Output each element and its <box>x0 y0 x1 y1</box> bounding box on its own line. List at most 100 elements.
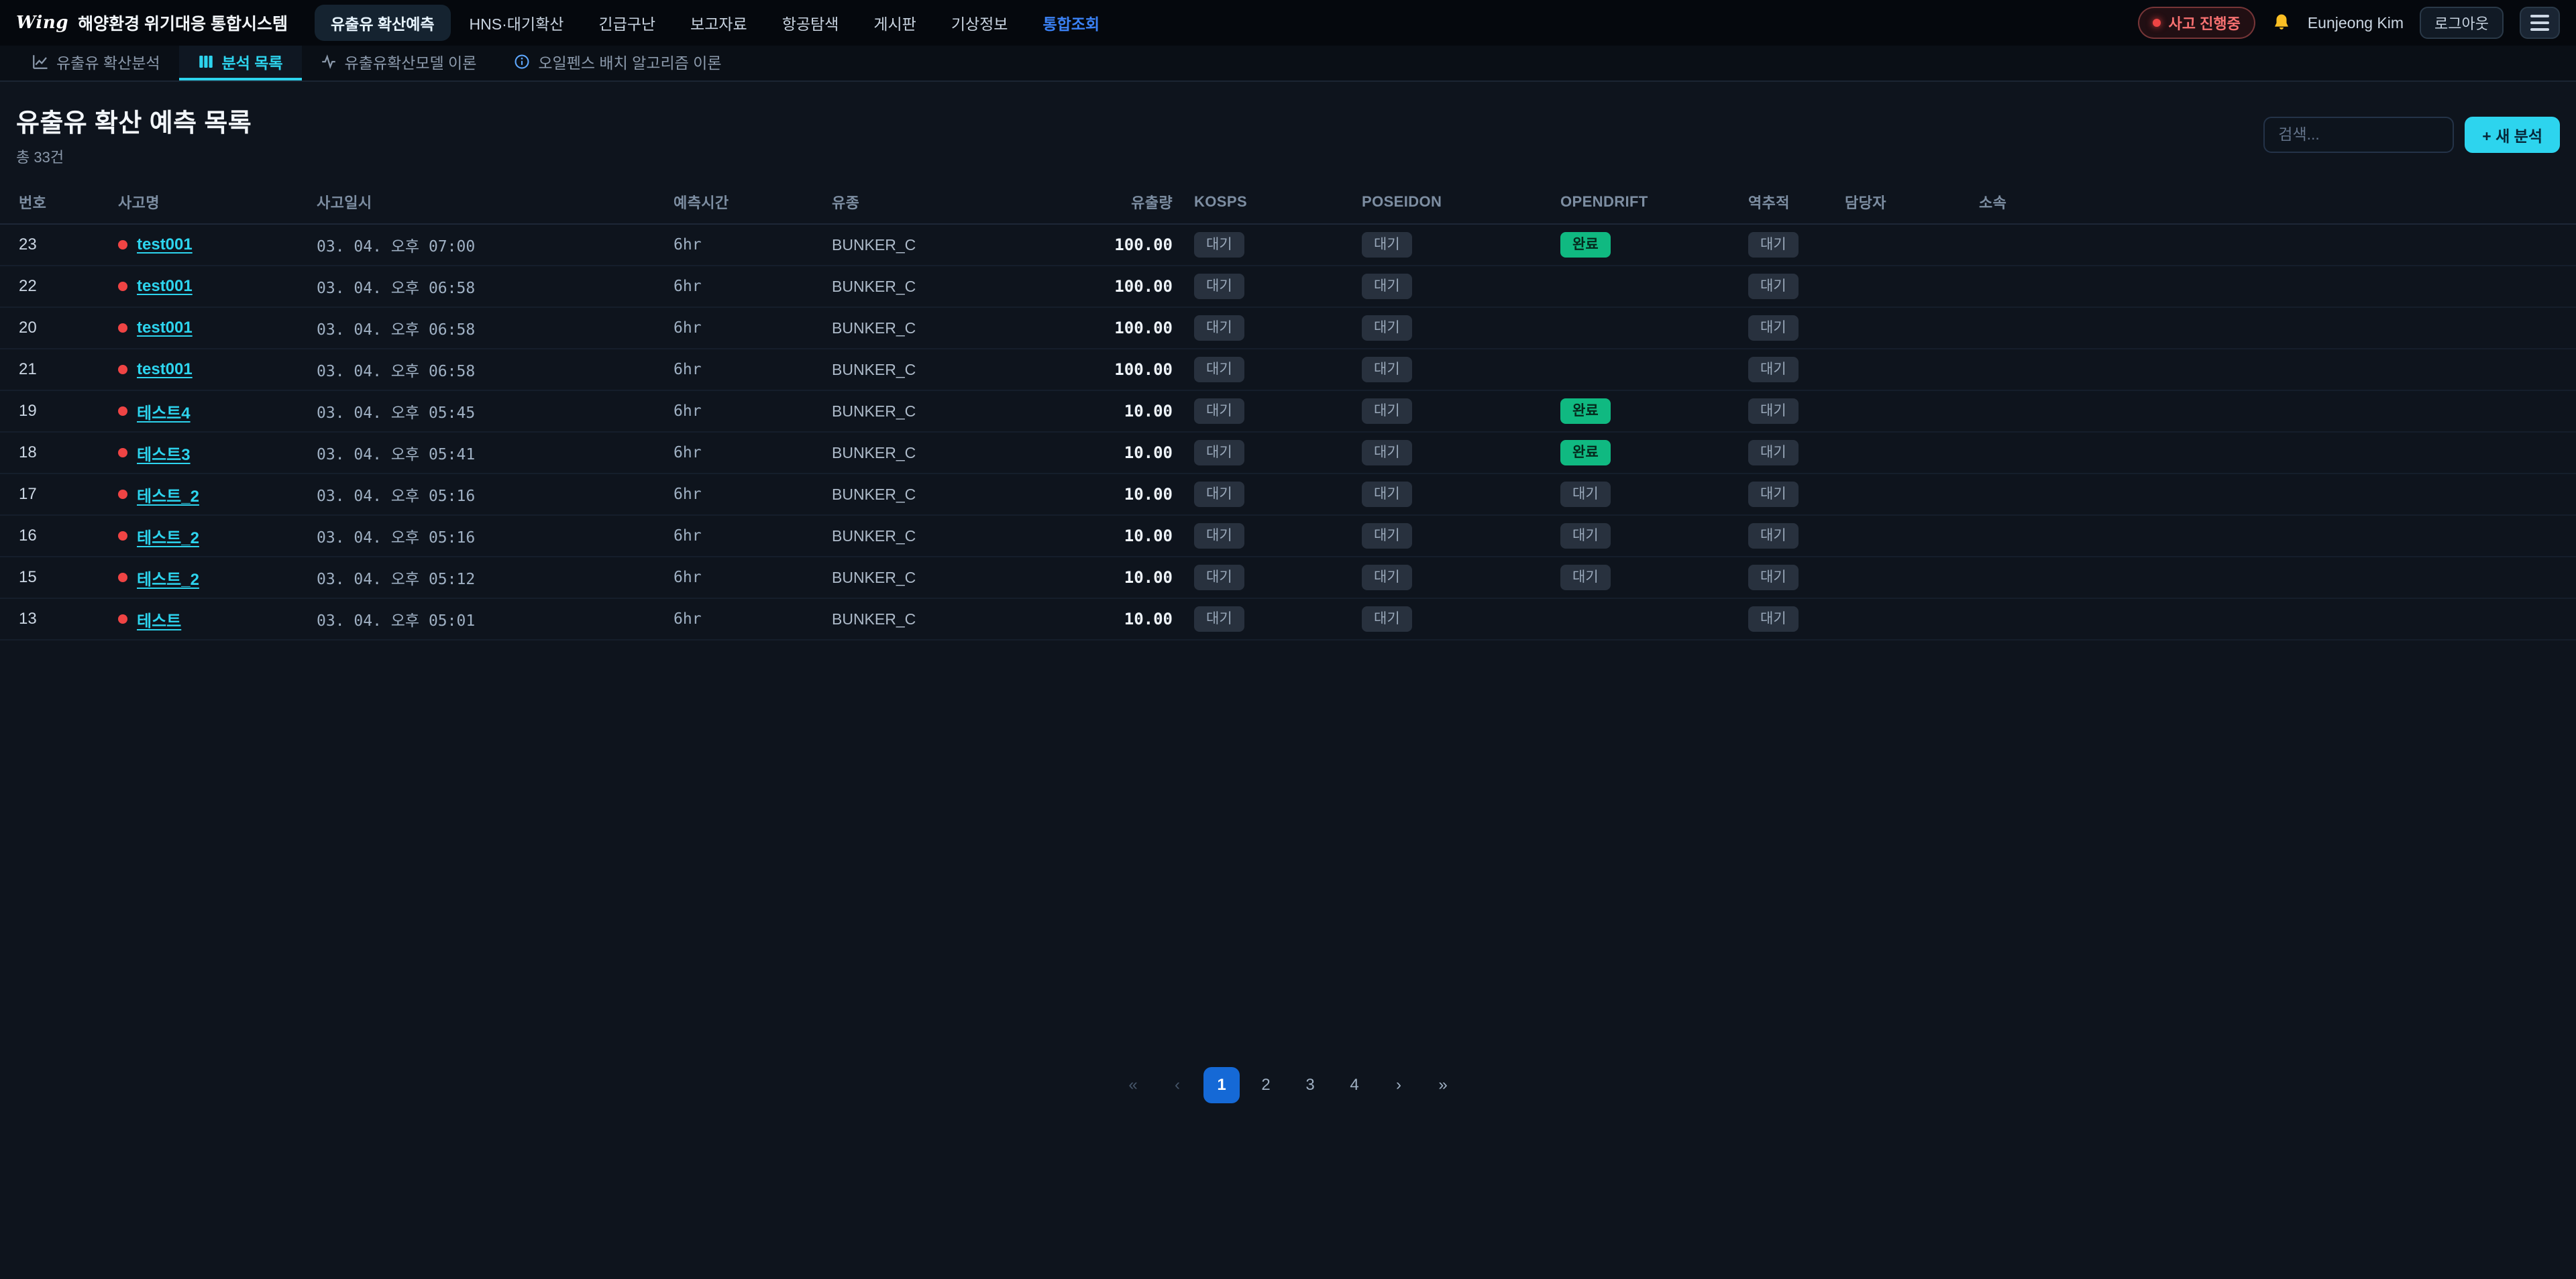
opendrift-status <box>1550 307 1737 349</box>
tab-label: 분석 목록 <box>222 50 283 73</box>
notifications-bell-button[interactable] <box>2271 13 2292 33</box>
info-circle-icon <box>514 54 530 70</box>
incident-in-progress-badge[interactable]: 사고 진행중 <box>2138 7 2255 39</box>
tab-analysis-list[interactable]: 분석 목록 <box>179 46 302 80</box>
logout-button[interactable]: 로그아웃 <box>2420 7 2504 39</box>
nav-item-hns-air-diffusion[interactable]: HNS·대기확산 <box>453 5 580 41</box>
backtrack-status: 대기 <box>1737 349 1834 390</box>
poseidon-status: 대기 <box>1351 557 1550 598</box>
status-badge: 대기 <box>1194 232 1244 257</box>
incident-link[interactable]: 테스트_2 <box>137 524 199 548</box>
brand-logo-icon: Wing <box>16 13 68 33</box>
spill-amount: 10.00 <box>1049 390 1183 432</box>
search-input[interactable] <box>2263 117 2454 153</box>
nav-item-oil-spread-forecast[interactable]: 유출유 확산예측 <box>315 5 451 41</box>
oil-type: BUNKER_C <box>821 266 1049 307</box>
manager-cell <box>1834 266 1968 307</box>
status-badge: 대기 <box>1194 398 1244 423</box>
status-badge: 대기 <box>1194 357 1244 382</box>
kosps-status: 대기 <box>1183 557 1351 598</box>
incident-link[interactable]: test001 <box>137 319 193 337</box>
poseidon-status: 대기 <box>1351 224 1550 266</box>
incident-link[interactable]: 테스트3 <box>137 441 191 465</box>
nav-item-aerial-search[interactable]: 항공탐색 <box>766 5 855 41</box>
col-spill-amount: 유출량 <box>1049 180 1183 224</box>
pagination-prev-button[interactable]: ‹ <box>1159 1067 1195 1103</box>
status-badge: 대기 <box>1194 606 1244 631</box>
forecast-duration: 6hr <box>663 390 821 432</box>
forecast-duration: 6hr <box>663 266 821 307</box>
status-badge: 대기 <box>1362 315 1412 340</box>
poseidon-status: 대기 <box>1351 349 1550 390</box>
incident-link[interactable]: 테스트_2 <box>137 483 199 506</box>
new-analysis-button[interactable]: + 새 분석 <box>2465 117 2560 153</box>
incident-link[interactable]: 테스트_2 <box>137 566 199 590</box>
manager-cell <box>1834 349 1968 390</box>
opendrift-status: 완료 <box>1550 432 1737 474</box>
backtrack-status: 대기 <box>1737 307 1834 349</box>
status-badge: 대기 <box>1362 440 1412 465</box>
tab-spread-model-theory[interactable]: 유출유확산모델 이론 <box>302 46 496 80</box>
incident-dot-icon <box>118 282 127 291</box>
org-cell <box>1968 515 2576 557</box>
backtrack-status: 대기 <box>1737 474 1834 515</box>
status-badge: 대기 <box>1748 232 1799 257</box>
spill-amount: 100.00 <box>1049 224 1183 266</box>
page-title: 유출유 확산 예측 목록 <box>16 102 252 139</box>
incident-link[interactable]: 테스트4 <box>137 400 191 423</box>
tab-oil-fence-algorithm-theory[interactable]: 오일펜스 배치 알고리즘 이론 <box>495 46 740 80</box>
spill-amount: 10.00 <box>1049 474 1183 515</box>
incident-badge-label: 사고 진행중 <box>2169 12 2241 34</box>
incident-link[interactable]: test001 <box>137 277 193 296</box>
row-number: 20 <box>0 307 107 349</box>
hamburger-menu-button[interactable] <box>2520 7 2560 39</box>
page-button-1[interactable]: 1 <box>1203 1067 1240 1103</box>
org-cell <box>1968 224 2576 266</box>
incident-link[interactable]: test001 <box>137 360 193 379</box>
kosps-status: 대기 <box>1183 515 1351 557</box>
status-badge: 대기 <box>1362 232 1412 257</box>
poseidon-status: 대기 <box>1351 432 1550 474</box>
status-badge: 대기 <box>1748 357 1799 382</box>
tab-oil-spread-analysis[interactable]: 유출유 확산분석 <box>13 46 179 80</box>
backtrack-status: 대기 <box>1737 224 1834 266</box>
incident-link[interactable]: 테스트 <box>137 608 181 631</box>
nav-item-weather-info[interactable]: 기상정보 <box>935 5 1024 41</box>
col-forecast-duration: 예측시간 <box>663 180 821 224</box>
kosps-status: 대기 <box>1183 224 1351 266</box>
nav-item-emergency-rescue[interactable]: 긴급구난 <box>582 5 672 41</box>
status-badge: 대기 <box>1362 523 1412 548</box>
spill-amount: 10.00 <box>1049 515 1183 557</box>
incident-datetime: 03. 04. 오후 05:16 <box>306 515 663 557</box>
table-row: 22test00103. 04. 오후 06:586hrBUNKER_C100.… <box>0 266 2576 307</box>
spread-analysis-chart-icon <box>32 54 48 70</box>
col-kosps: KOSPS <box>1183 180 1351 224</box>
status-badge: 대기 <box>1748 482 1799 506</box>
incident-datetime: 03. 04. 오후 07:00 <box>306 224 663 266</box>
org-cell <box>1968 474 2576 515</box>
nav-item-board[interactable]: 게시판 <box>857 5 932 41</box>
nav-item-reports[interactable]: 보고자료 <box>674 5 763 41</box>
org-cell <box>1968 557 2576 598</box>
brand-title: 해양환경 위기대응 통합시스템 <box>78 11 288 35</box>
incident-datetime: 03. 04. 오후 06:58 <box>306 349 663 390</box>
col-incident-name: 사고명 <box>107 180 306 224</box>
incident-link[interactable]: test001 <box>137 235 193 254</box>
org-cell <box>1968 307 2576 349</box>
status-badge: 대기 <box>1748 315 1799 340</box>
col-poseidon: POSEIDON <box>1351 180 1550 224</box>
pagination-last-button[interactable]: » <box>1425 1067 1461 1103</box>
pagination-first-button[interactable]: « <box>1115 1067 1151 1103</box>
page-button-4[interactable]: 4 <box>1336 1067 1373 1103</box>
status-badge: 대기 <box>1560 482 1611 506</box>
oil-type: BUNKER_C <box>821 432 1049 474</box>
page-button-3[interactable]: 3 <box>1292 1067 1328 1103</box>
pagination-next-button[interactable]: › <box>1381 1067 1417 1103</box>
nav-item-integrated-search[interactable]: 통합조회 <box>1026 5 1116 41</box>
col-number: 번호 <box>0 180 107 224</box>
status-badge: 대기 <box>1362 565 1412 590</box>
status-badge: 대기 <box>1362 357 1412 382</box>
manager-cell <box>1834 307 1968 349</box>
page-button-2[interactable]: 2 <box>1248 1067 1284 1103</box>
org-cell <box>1968 390 2576 432</box>
